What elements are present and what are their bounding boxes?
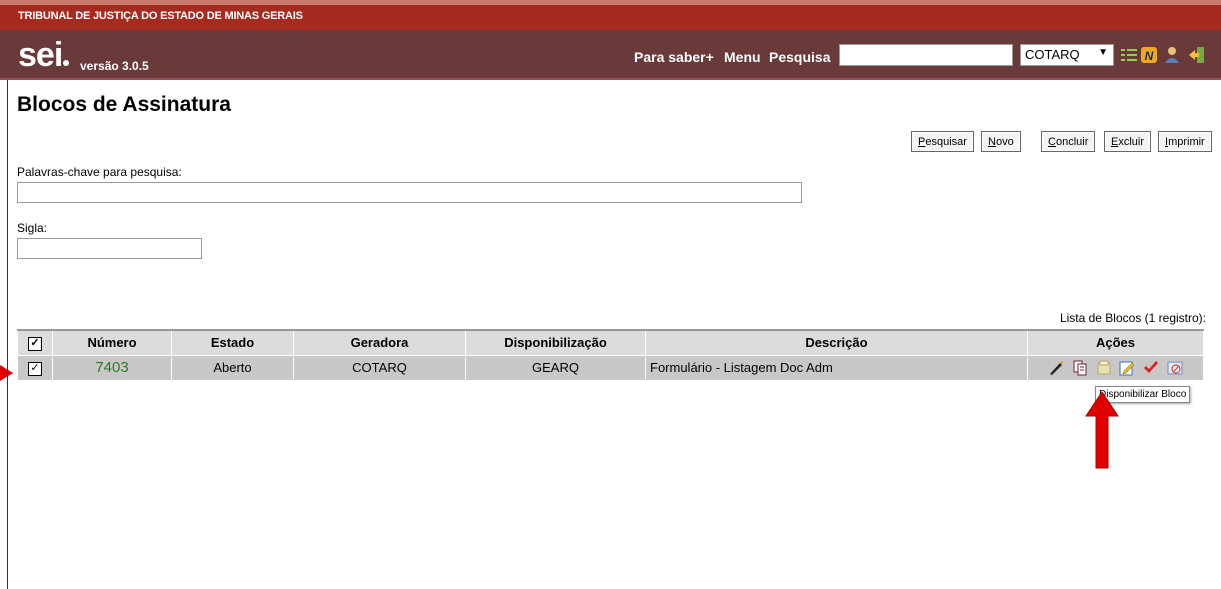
block-number-link[interactable]: 7403 [95, 359, 128, 376]
unit-select-value: COTARQ [1025, 47, 1080, 62]
left-border [7, 80, 8, 589]
cell-disponibilizacao: GEARQ [465, 354, 646, 381]
user-icon[interactable] [1163, 46, 1181, 64]
cell-descricao: Formulário - Listagem Doc Adm [645, 354, 1028, 381]
row-checkbox[interactable]: ✓ [28, 362, 42, 376]
header-geradora: Geradora [293, 329, 466, 356]
keywords-label: Palavras-chave para pesquisa: [17, 165, 182, 179]
keywords-input[interactable] [17, 182, 802, 203]
version-label: versão 3.0.5 [80, 59, 149, 73]
cell-geradora: COTARQ [293, 354, 466, 381]
table-row: ✓ 7403 Aberto COTARQ GEARQ Formulário - … [17, 354, 1204, 381]
conclude-icon[interactable] [1143, 360, 1159, 376]
svg-text:N: N [1145, 49, 1154, 63]
org-name: TRIBUNAL DE JUSTIÇA DO ESTADO DE MINAS G… [18, 10, 303, 22]
annotation-arrow-right-icon [0, 365, 13, 381]
select-all-checkbox[interactable]: ✓ [28, 337, 42, 352]
list-icon[interactable] [1120, 46, 1138, 64]
cell-numero: 7403 [52, 354, 172, 381]
novo-button[interactable]: Novo [981, 131, 1021, 152]
nav-menu[interactable]: Menu [724, 49, 761, 65]
header-descricao: Descrição [645, 329, 1028, 356]
page-title: Blocos de Assinatura [17, 93, 231, 116]
select-all-header[interactable]: ✓ [17, 329, 53, 356]
cancel-availability-icon[interactable] [1167, 360, 1183, 376]
quick-search-input[interactable] [839, 44, 1013, 66]
cell-estado: Aberto [171, 354, 294, 381]
unit-select[interactable]: COTARQ ▼ [1020, 44, 1114, 66]
chevron-down-icon: ▼ [1098, 47, 1108, 58]
blocks-table: ✓ Número Estado Geradora Disponibilizaçã… [17, 329, 1204, 381]
table-caption: Lista de Blocos (1 registro): [1059, 311, 1206, 325]
header-numero: Número [52, 329, 172, 356]
sigla-input[interactable] [17, 238, 202, 259]
nav-para-saber[interactable]: Para saber+ [634, 49, 714, 65]
imprimir-button[interactable]: Imprimir [1158, 131, 1212, 152]
annotation-arrow-up-icon [1085, 391, 1119, 469]
row-checkbox-cell[interactable]: ✓ [17, 354, 53, 381]
cell-acoes [1027, 354, 1204, 381]
sign-icon[interactable] [1048, 360, 1064, 376]
make-available-icon[interactable] [1096, 360, 1112, 376]
sei-logo[interactable]: sei [18, 38, 70, 72]
edit-icon[interactable] [1119, 360, 1135, 376]
nav-pesquisa[interactable]: Pesquisa [769, 49, 830, 65]
org-bar: TRIBUNAL DE JUSTIÇA DO ESTADO DE MINAS G… [0, 5, 1221, 30]
header-acoes: Ações [1027, 329, 1204, 356]
main-header: sei versão 3.0.5 Para saber+ Menu Pesqui… [0, 30, 1221, 80]
header-disponibilizacao: Disponibilização [465, 329, 646, 356]
documents-icon[interactable] [1072, 360, 1088, 376]
notes-icon[interactable]: N [1140, 46, 1158, 64]
sigla-label: Sigla: [17, 221, 48, 235]
pesquisar-button[interactable]: Pesquisar [911, 131, 974, 152]
header-estado: Estado [171, 329, 294, 356]
exit-icon[interactable] [1188, 46, 1206, 64]
excluir-button[interactable]: Excluir [1104, 131, 1152, 152]
concluir-button[interactable]: Concluir [1041, 131, 1096, 152]
